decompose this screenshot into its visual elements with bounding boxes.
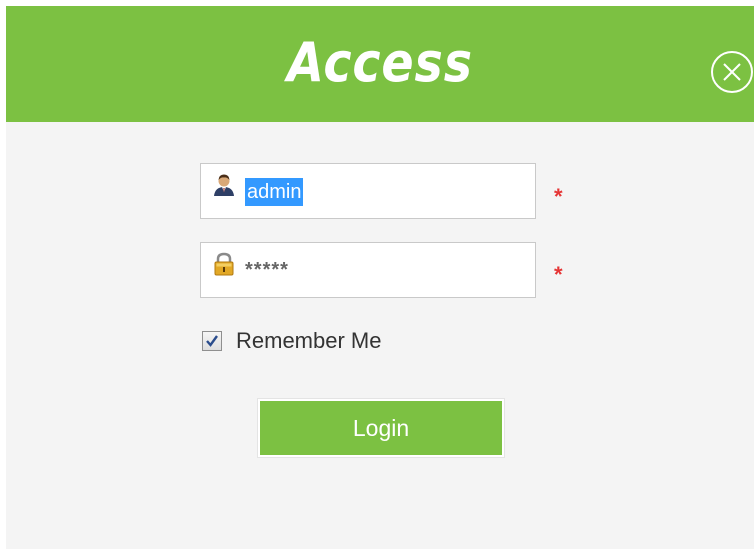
checkmark-icon [206,335,218,347]
user-icon [211,172,237,198]
password-field[interactable]: ***** [200,242,536,298]
password-required-marker: * [554,262,563,287]
username-field[interactable]: admin [200,163,536,219]
dialog-title: Access [287,31,473,94]
close-button[interactable] [709,49,754,95]
remember-me-label: Remember Me [236,328,382,353]
username-required-marker: * [554,184,563,209]
username-value: admin [245,178,304,206]
checkbox[interactable] [202,331,222,351]
dialog-header: Access [6,6,754,122]
lock-icon [211,251,237,277]
login-button[interactable]: Login [257,398,505,458]
close-icon [711,51,753,93]
remember-me-checkbox[interactable]: Remember Me [202,328,381,354]
login-dialog: Access admin * ***** * Remember Me Login [6,6,754,549]
password-value: ***** [245,259,289,281]
